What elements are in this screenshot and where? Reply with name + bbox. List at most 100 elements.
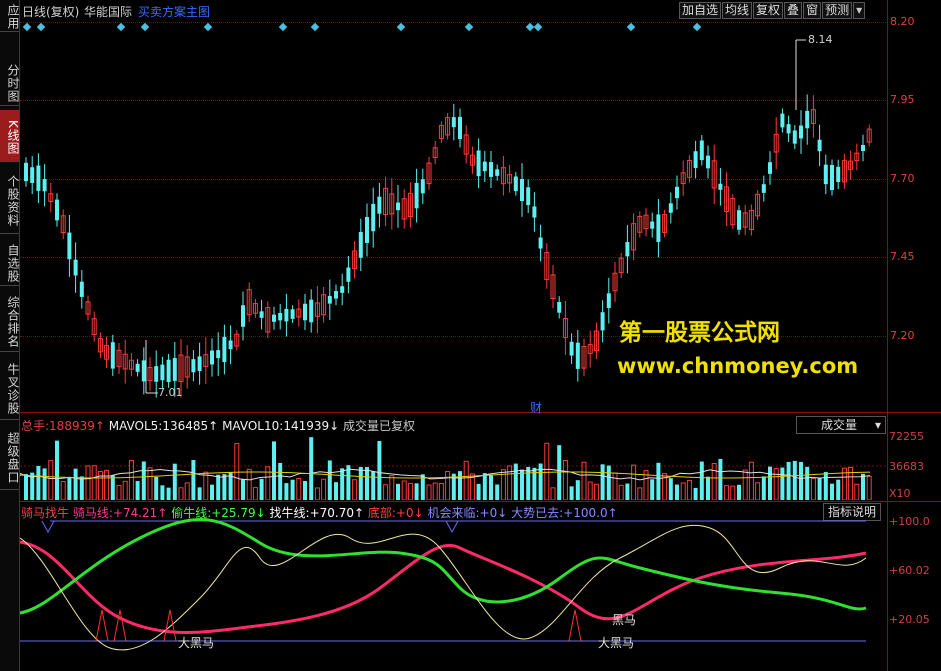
tab-stock-profile[interactable]: 个股资料	[0, 166, 20, 234]
volume-bar	[352, 479, 358, 500]
volume-bar	[550, 487, 556, 500]
volume-unit: X10	[889, 487, 911, 500]
candle-body	[625, 242, 630, 257]
candle-body	[358, 231, 363, 258]
candle-body	[706, 155, 710, 169]
candle-body	[371, 203, 376, 232]
candle-body	[222, 336, 227, 363]
tab-super-order-book[interactable]: 超级盘口	[0, 424, 20, 490]
add-watchlist-button[interactable]: 加自选	[679, 2, 722, 19]
volume-bar	[625, 483, 630, 500]
volume-bar	[544, 442, 550, 500]
volume-bar	[36, 465, 41, 500]
chevron-down-icon[interactable]: ▾	[853, 2, 866, 19]
moving-average-button[interactable]: 均线	[722, 2, 753, 19]
indicator-tick: +100.0	[889, 515, 930, 528]
candle-body	[495, 169, 500, 176]
volume-bar	[637, 487, 643, 500]
mavol5-label: MAVOL5:	[108, 419, 163, 433]
indicator-chart[interactable]	[20, 518, 886, 671]
candle-body	[24, 162, 28, 182]
volume-bar	[650, 479, 655, 500]
overlay-button[interactable]: 叠	[784, 2, 803, 19]
volume-bar	[612, 472, 618, 500]
stock-name: 华能国际	[84, 5, 133, 19]
volume-bar	[172, 463, 177, 500]
volume-bar	[737, 484, 741, 500]
signal-diamond-icon	[533, 22, 543, 32]
volume-bar	[154, 476, 159, 500]
volume-bar	[799, 461, 803, 500]
price-tick: 7.20	[890, 329, 915, 342]
volume-bar	[246, 468, 252, 500]
tab-ranking[interactable]: 综合排名	[0, 290, 20, 352]
volume-bar	[191, 460, 196, 500]
finance-marker[interactable]: 财	[530, 399, 542, 416]
volume-bar	[401, 480, 407, 500]
volume-bar	[458, 471, 462, 500]
indicator-tick: +20.05	[889, 613, 930, 626]
signal-diamond-icon	[278, 22, 288, 32]
candle-body	[160, 364, 165, 381]
price-tick: 7.70	[890, 172, 915, 185]
volume-bar	[699, 461, 704, 500]
candle-body	[241, 305, 245, 327]
candle-body	[334, 291, 338, 299]
candle-body	[377, 196, 382, 214]
volume-chart[interactable]	[20, 433, 886, 500]
candle-body	[420, 179, 425, 194]
candle-body	[780, 113, 785, 128]
volume-bar	[768, 466, 772, 500]
volume-bar	[730, 485, 736, 500]
volume-bar	[593, 483, 599, 500]
candle-body	[526, 187, 531, 206]
window-button[interactable]: 窗	[803, 2, 822, 19]
candle-body	[228, 340, 233, 350]
volume-bar	[866, 475, 872, 500]
price-tick: 7.95	[890, 93, 915, 106]
overlay-name[interactable]: 买卖方案主图	[138, 3, 210, 20]
volume-bar	[495, 484, 500, 500]
candle-body	[569, 341, 574, 356]
volume-bar	[513, 463, 518, 500]
tab-watchlist[interactable]: 自选股	[0, 238, 20, 286]
period-label[interactable]: 日线(复权)	[22, 3, 79, 20]
candle-body	[532, 206, 537, 218]
forecast-button[interactable]: 预测	[822, 2, 853, 19]
volume-bar	[482, 473, 487, 500]
candle-body	[36, 165, 41, 191]
candle-body	[210, 350, 214, 365]
tab-diagnosis[interactable]: 牛叉诊股	[0, 356, 20, 420]
volume-bar	[252, 487, 258, 500]
candle-body	[668, 203, 673, 213]
volume-bar	[79, 476, 84, 500]
watermark-title: 第一股票公式网	[619, 320, 780, 346]
low-price-label: 7.01	[158, 386, 183, 399]
candle-body	[520, 178, 524, 202]
volume-bar	[377, 440, 382, 500]
volume-bar	[675, 484, 679, 500]
volume-bar	[569, 486, 574, 500]
adjust-button[interactable]: 复权	[753, 2, 784, 19]
candle-body	[823, 164, 828, 185]
candle-body	[30, 167, 35, 183]
candle-body	[73, 259, 78, 276]
volume-indicator-select[interactable]: 成交量 ▾	[796, 416, 886, 434]
candle-body	[259, 311, 264, 318]
volume-bar	[203, 471, 209, 500]
volume-bar	[147, 467, 153, 500]
candle-body	[830, 164, 834, 191]
candle-body	[166, 359, 171, 383]
volume-bar	[48, 460, 54, 500]
tab-apps[interactable]: 应用	[0, 0, 20, 32]
panel-divider-indicator	[20, 501, 941, 502]
volume-bar	[55, 440, 59, 500]
tab-kline[interactable]: K线图	[0, 110, 20, 162]
volume-bar	[476, 483, 481, 500]
volume-bar	[742, 469, 748, 500]
candle-body	[513, 176, 518, 192]
volume-bar	[780, 467, 785, 500]
tab-intraday[interactable]: 分时图	[0, 58, 20, 106]
volume-bar	[321, 478, 327, 500]
volume-bar	[432, 482, 438, 500]
